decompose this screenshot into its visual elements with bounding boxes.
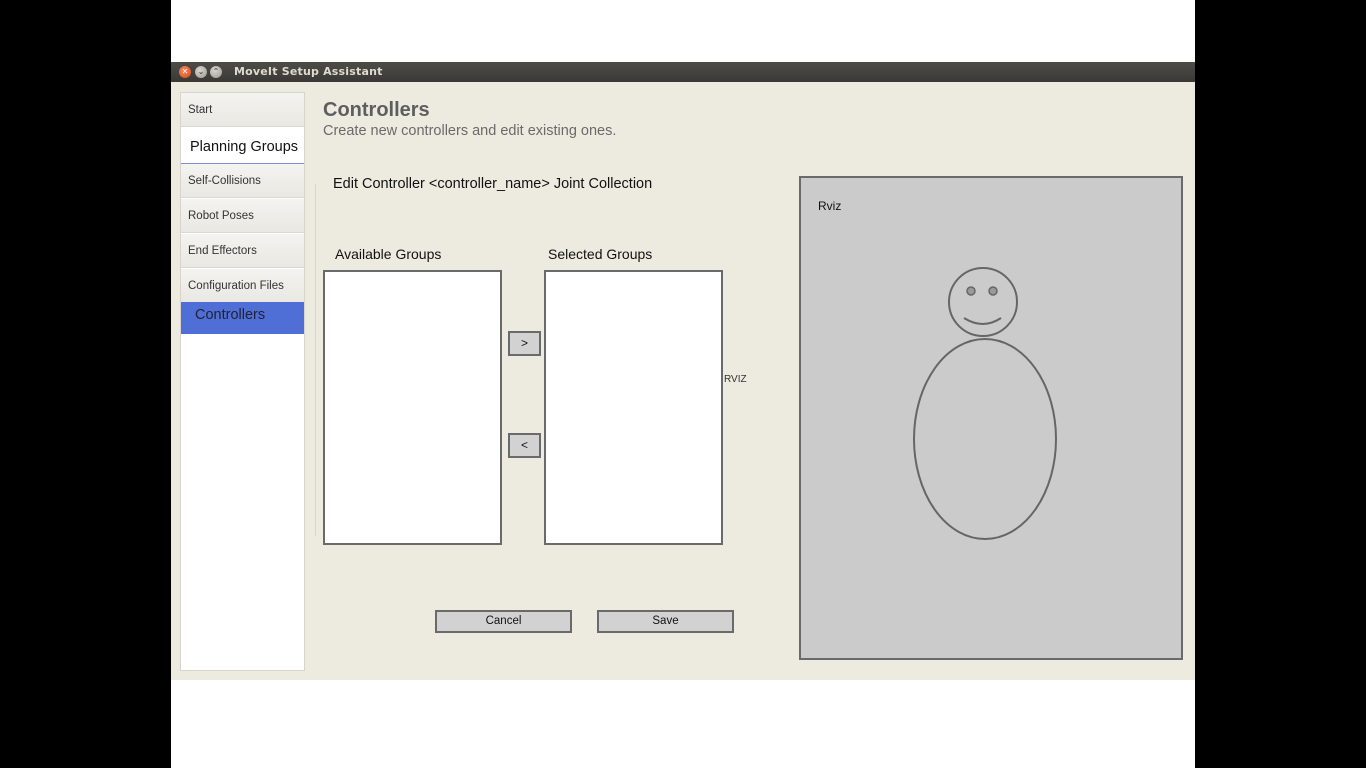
- screen: ✕ ⌄ ⌃ MoveIt Setup Assistant Start Plann…: [171, 0, 1195, 768]
- remove-group-button[interactable]: <: [508, 433, 541, 458]
- selected-groups-label: Selected Groups: [548, 246, 653, 262]
- close-icon[interactable]: ✕: [179, 66, 191, 78]
- minimize-icon[interactable]: ⌄: [195, 66, 207, 78]
- sidebar-item-controllers[interactable]: Controllers: [181, 302, 304, 334]
- available-groups-label: Available Groups: [335, 246, 442, 262]
- sidebar-item-end-effectors[interactable]: End Effectors: [181, 234, 304, 268]
- sidebar-item-configuration-files[interactable]: Configuration Files: [181, 269, 304, 303]
- page-title: Controllers: [323, 99, 430, 121]
- add-group-button[interactable]: >: [508, 331, 541, 356]
- app-window: ✕ ⌄ ⌃ MoveIt Setup Assistant Start Plann…: [171, 62, 1195, 680]
- page-subtitle: Create new controllers and edit existing…: [323, 123, 617, 139]
- available-groups-list[interactable]: [323, 270, 502, 545]
- selected-groups-list[interactable]: [544, 270, 723, 545]
- divider: [315, 184, 316, 536]
- sidebar-item-self-collisions[interactable]: Self-Collisions: [181, 164, 304, 198]
- title-bar: ✕ ⌄ ⌃ MoveIt Setup Assistant: [171, 62, 1195, 82]
- cancel-button[interactable]: Cancel: [435, 610, 572, 633]
- save-button[interactable]: Save: [597, 610, 734, 633]
- sidebar-item-planning-groups[interactable]: Planning Groups: [181, 128, 304, 164]
- maximize-icon[interactable]: ⌃: [210, 66, 222, 78]
- window-title: MoveIt Setup Assistant: [234, 65, 383, 78]
- sidebar-item-robot-poses[interactable]: Robot Poses: [181, 199, 304, 233]
- edit-controller-title: Edit Controller <controller_name> Joint …: [333, 176, 653, 192]
- sidebar-item-start[interactable]: Start: [181, 93, 304, 127]
- robot-figure-icon: [913, 267, 1057, 540]
- rviz-panel[interactable]: Rviz: [799, 176, 1183, 660]
- rviz-placeholder-text: RVIZ: [724, 374, 747, 385]
- sidebar: Start Planning Groups Self-Collisions Ro…: [180, 92, 305, 671]
